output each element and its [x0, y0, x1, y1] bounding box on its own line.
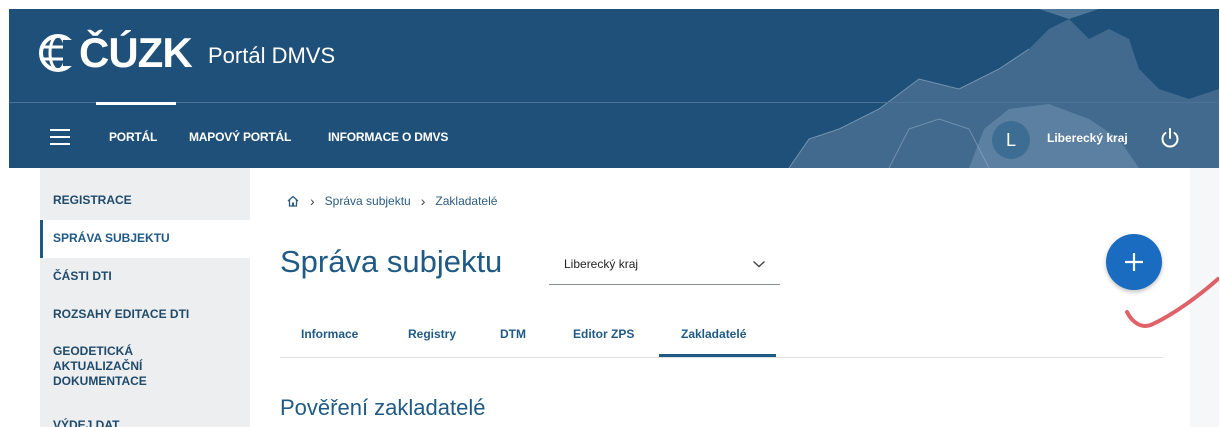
tab-informace[interactable]: Informace	[301, 327, 358, 341]
region-select[interactable]: Liberecký kraj	[549, 248, 780, 285]
sidebar-item-sprava-subjektu[interactable]: SPRÁVA SUBJEKTU	[40, 220, 250, 258]
app-title: Portál DMVS	[208, 43, 336, 68]
breadcrumb-item-sprava-subjektu[interactable]: Správa subjektu	[325, 194, 411, 208]
header-divider	[9, 102, 1219, 103]
breadcrumb: › Správa subjektu › Zakladatelé	[286, 193, 497, 209]
chevron-down-icon	[753, 260, 765, 268]
page-title: Správa subjektu	[280, 244, 503, 279]
section-title: Pověření zakladatelé	[280, 395, 486, 420]
nav-link-map-portal[interactable]: MAPOVÝ PORTÁL	[189, 130, 291, 144]
region-select-value: Liberecký kraj	[564, 257, 639, 271]
sidebar: REGISTRACE SPRÁVA SUBJEKTU ČÁSTI DTI ROZ…	[40, 168, 250, 427]
cuzk-logo[interactable]: ČÚZK	[39, 29, 193, 76]
sidebar-item-registrace[interactable]: REGISTRACE	[40, 193, 250, 208]
tab-zakladatele[interactable]: Zakladatelé	[681, 327, 746, 341]
tab-editor-zps[interactable]: Editor ZPS	[573, 327, 634, 341]
app-window: ČÚZK Portál DMVS PORTÁL MAPOVÝ PORTÁL IN…	[9, 9, 1219, 427]
brand-row: ČÚZK Portál DMVS	[9, 9, 1219, 103]
sidebar-item-geodeticka-dokumentace[interactable]: GEODETICKÁ AKTUALIZAČNÍ DOKUMENTACE	[40, 344, 190, 389]
tab-bar: Informace Registry DTM Editor ZPS Zaklad…	[280, 307, 1163, 358]
home-icon[interactable]	[286, 194, 300, 208]
sidebar-item-vydej-dat[interactable]: VÝDEJ DAT	[40, 418, 250, 427]
sidebar-item-rozsahy-editace[interactable]: ROZSAHY EDITACE DTI	[40, 307, 250, 322]
user-name[interactable]: Liberecký kraj	[1047, 131, 1128, 145]
nav-link-portal[interactable]: PORTÁL	[109, 130, 157, 144]
plus-icon	[1125, 253, 1143, 271]
tab-registry[interactable]: Registry	[408, 327, 456, 341]
nav-link-dmvs-info[interactable]: INFORMACE O DMVS	[328, 130, 448, 144]
logo-text: ČÚZK	[79, 29, 193, 76]
hamburger-menu-icon[interactable]	[50, 129, 70, 145]
user-avatar[interactable]: L	[992, 121, 1030, 159]
chevron-right-icon: ›	[310, 193, 315, 209]
active-tab-indicator	[659, 354, 776, 357]
sidebar-item-casti-dti[interactable]: ČÁSTI DTI	[40, 269, 250, 284]
top-navigation: PORTÁL MAPOVÝ PORTÁL INFORMACE O DMVS L …	[9, 105, 1219, 168]
power-icon[interactable]	[1159, 127, 1181, 149]
chevron-right-icon: ›	[420, 193, 426, 209]
tab-dtm[interactable]: DTM	[500, 327, 526, 341]
app-header: ČÚZK Portál DMVS PORTÁL MAPOVÝ PORTÁL IN…	[9, 9, 1219, 168]
breadcrumb-item-zakladatele: Zakladatelé	[435, 194, 498, 208]
globe-logo-icon	[39, 34, 77, 72]
